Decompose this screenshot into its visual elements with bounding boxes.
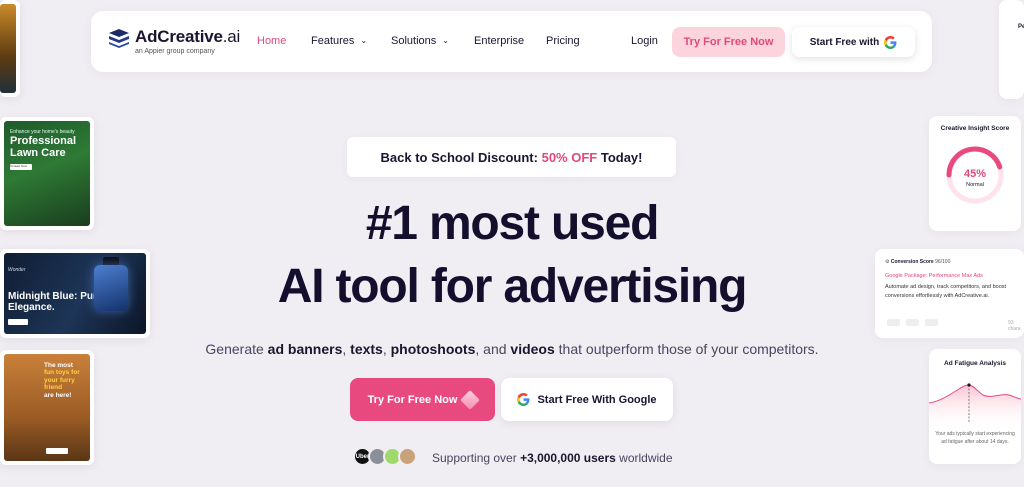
conversion-score-card: ⚙ Conversion Score 96/100 Google Package…	[875, 249, 1024, 338]
hero-google-label: Start Free With Google	[537, 393, 657, 406]
top-navbar: AdCreative.ai an Appier group company Ho…	[91, 11, 932, 72]
fatigue-chart	[929, 383, 1021, 431]
insight-value: 45%	[963, 168, 987, 180]
partial-card: Pe	[999, 0, 1024, 99]
fatigue-title: Ad Fatigue Analysis	[944, 360, 1006, 367]
adcreative-logo-icon[interactable]	[108, 28, 130, 48]
hero-try-for-free-button[interactable]: Try For Free Now	[350, 378, 495, 421]
conversion-score-header: ⚙ Conversion Score 96/100	[885, 259, 951, 265]
ad-example-lawn-card: Enhance your home's beauty Professional …	[0, 117, 94, 230]
insight-label: Normal	[966, 182, 984, 188]
ad-example-pet-card: The most fun toys for your furry friend …	[0, 350, 94, 465]
login-link[interactable]: Login	[631, 35, 658, 47]
pet-cta	[46, 448, 68, 454]
partial-card-label: Pe	[1018, 24, 1024, 30]
google-icon	[517, 393, 530, 406]
gem-icon	[460, 389, 481, 410]
logo-subtitle: an Appier group company	[135, 48, 215, 55]
conversion-ad-description: Automate ad design, track competitors, a…	[885, 284, 1007, 299]
ad-example-card	[0, 0, 20, 97]
ad-example-fragrance-card: Wonder Midnight Blue: Pure Elegance.	[0, 249, 150, 338]
start-free-google-label: Start Free with	[809, 36, 880, 48]
nav-pricing[interactable]: Pricing	[546, 35, 580, 47]
nav-enterprise[interactable]: Enterprise	[474, 35, 524, 47]
nav-solutions[interactable]: Solutions ⌄	[391, 35, 449, 47]
promo-highlight: 50% OFF	[541, 149, 598, 165]
creative-insight-score-card: Creative Insight Score 45% Normal	[929, 116, 1021, 231]
pill	[906, 319, 919, 326]
nav-features[interactable]: Features ⌄	[311, 35, 367, 47]
pill	[925, 319, 938, 326]
promo-banner[interactable]: Back to School Discount: 50% OFF Today!	[347, 137, 676, 177]
avatar	[398, 447, 417, 466]
hero-start-free-google-button[interactable]: Start Free With Google	[501, 378, 673, 421]
conversion-ad-title: Google Package: Performance Max Ads	[885, 273, 983, 279]
lawn-cta: Contact Now	[10, 164, 32, 170]
fatigue-area	[929, 385, 1021, 431]
support-text: Supporting over +3,000,000 users worldwi…	[432, 451, 673, 465]
pet-ad-text: The most fun toys for your furry friend …	[44, 362, 80, 399]
google-icon	[884, 35, 897, 49]
headline-line-1: #1 most used	[365, 197, 660, 250]
promo-prefix: Back to School Discount:	[380, 149, 538, 165]
fragrance-brand: Wonder	[8, 267, 26, 273]
chevron-down-icon: ⌄	[360, 36, 368, 45]
fatigue-note: Your ads typically start experiencing ad…	[935, 431, 1015, 445]
try-for-free-button[interactable]: Try For Free Now	[672, 27, 785, 57]
logo-text[interactable]: AdCreative.ai	[135, 27, 240, 47]
fragrance-cta	[8, 319, 28, 325]
promo-suffix: Today!	[600, 149, 643, 165]
ad-fatigue-card: Ad Fatigue Analysis Your ads typically s…	[929, 349, 1021, 464]
lawn-title: Professional Lawn Care	[10, 135, 77, 159]
perfume-bottle-icon	[94, 265, 128, 311]
char-count: 93 chara	[1008, 320, 1021, 332]
hero-try-label: Try For Free Now	[367, 393, 458, 406]
fatigue-peak	[967, 383, 971, 387]
pill	[887, 319, 900, 326]
start-free-google-button[interactable]: Start Free with	[792, 27, 915, 57]
nav-home[interactable]: Home	[257, 35, 286, 47]
chevron-down-icon: ⌄	[442, 36, 449, 45]
insight-title: Creative Insight Score	[940, 125, 1010, 132]
headline-line-2: AI tool for advertising	[277, 260, 748, 313]
user-avatars: Uber	[353, 447, 423, 467]
hero-subtitle: Generate ad banners, texts, photoshoots,…	[205, 341, 819, 357]
